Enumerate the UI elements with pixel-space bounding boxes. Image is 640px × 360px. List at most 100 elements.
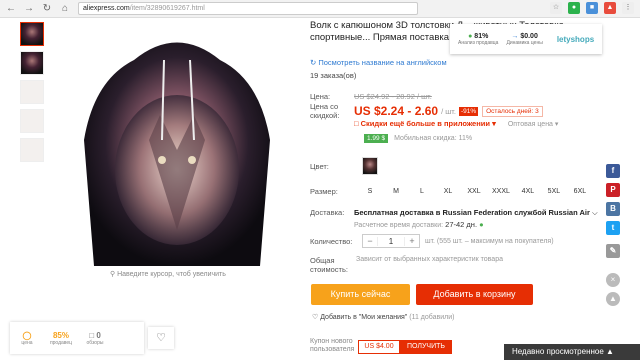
reload-icon[interactable]: ↻ [40, 2, 54, 16]
review-icon: □ [89, 330, 95, 340]
menu-icon[interactable]: ⋮ [622, 2, 634, 14]
size-option-xl[interactable]: XL [440, 188, 456, 195]
seller-mini-widget[interactable]: ◯ цена 85% продавец □ 0 обзоры [10, 322, 144, 354]
thumbnail[interactable] [20, 138, 44, 162]
total-note: Зависит от выбранных характеристик товар… [356, 256, 503, 263]
thumbnail[interactable] [20, 51, 44, 75]
days-left-badge: Осталось дней: 3 [482, 105, 543, 117]
scroll-top-icon[interactable]: ▲ [606, 292, 620, 306]
coupon-value: US $4.00 [358, 340, 400, 354]
size-row: Размер: S M L XL XXL XXXL 4XL 5XL 6XL [310, 187, 598, 196]
size-option-xxxl[interactable]: XXXL [492, 188, 510, 195]
mobile-discount-text: Мобильная скидка: 11% [394, 135, 473, 142]
home-icon[interactable]: ⌂ [58, 2, 72, 16]
url-path: /item/32890619267.html [129, 5, 205, 12]
help-icon[interactable]: ● [479, 220, 484, 229]
product-image[interactable] [54, 20, 300, 266]
price-row: Цена: US $24.92 - 28.92 / шт. [310, 92, 432, 101]
mobile-discount-row: 1.99 $ Мобильная скидка: 11% [364, 134, 472, 143]
url-host: aliexpress.com [83, 5, 130, 12]
reviews-count: □ 0 обзоры [86, 330, 104, 346]
total-label: Общая стоимость: [310, 256, 348, 274]
current-price: US $2.24 - 2.60 [354, 104, 439, 118]
color-swatch[interactable] [362, 157, 378, 175]
chevron-up-icon: ▲ [606, 347, 614, 356]
increment-button[interactable]: + [405, 236, 419, 246]
thumbnail-list [20, 22, 46, 167]
app-discount-row: □ Скидки ещё больше в приложении ▾ Оптов… [354, 119, 558, 128]
vk-icon[interactable]: B [606, 202, 620, 216]
favorite-button[interactable]: ♡ [148, 327, 174, 349]
lightbulb-icon: ◯ [22, 330, 32, 340]
delivery-days: 27-42 дн. [445, 220, 478, 229]
get-coupon-button[interactable]: ПОЛУЧИТЬ [400, 340, 452, 354]
seller-analysis[interactable]: ● 81% Анализ продавца [458, 33, 498, 46]
forward-arrow-icon[interactable]: → [22, 2, 36, 16]
price-unit: / шт. [441, 106, 456, 116]
size-option-xxl[interactable]: XXL [466, 188, 482, 195]
discount-price-label: Цена со скидкой: [310, 102, 340, 120]
quantity-row: Количество: − 1 + шт. (555 шт. – максиму… [310, 234, 554, 248]
star-icon[interactable]: ☆ [550, 2, 562, 14]
extension-icons: ☆ ● ■ ▲ ⋮ [550, 2, 634, 14]
wholesale-link[interactable]: Оптовая цена ▾ [508, 120, 559, 128]
price-dynamics[interactable]: → $0.00 Динамика цены [506, 33, 542, 46]
app-discount-link[interactable]: □ Скидки ещё больше в приложении ▾ [354, 119, 496, 128]
zoom-hint: ⚲ Наведите курсор, чтоб увеличить [110, 271, 226, 278]
delivery-time-label: Расчетное время доставки: [354, 222, 444, 229]
extension-icon[interactable]: ● [568, 2, 580, 14]
thumbnail[interactable] [20, 109, 44, 133]
thumbnail[interactable] [20, 22, 44, 46]
browser-toolbar: ← → ↻ ⌂ aliexpress.com /item/32890619267… [0, 0, 640, 18]
old-price: US $24.92 - 28.92 / шт. [354, 92, 432, 101]
size-option-6xl[interactable]: 6XL [572, 188, 588, 195]
seller-rating: 85% продавец [49, 330, 73, 346]
shipping-row: Доставка: Бесплатная доставка в Russian … [310, 208, 598, 229]
close-icon[interactable]: × [606, 273, 620, 287]
decrement-button[interactable]: − [363, 236, 377, 246]
letyshops-widget[interactable]: ● 81% Анализ продавца → $0.00 Динамика ц… [450, 24, 602, 54]
shipping-method[interactable]: Бесплатная доставка в Russian Federation… [354, 208, 590, 217]
pinterest-icon[interactable]: P [606, 183, 620, 197]
buy-now-button[interactable]: Купить сейчас [311, 284, 410, 305]
phone-icon: □ [354, 119, 361, 128]
price-label: Цена: [310, 92, 331, 101]
extension-icon[interactable]: ■ [586, 2, 598, 14]
chevron-down-icon[interactable]: ⌵ [592, 208, 598, 217]
size-option-l[interactable]: L [414, 188, 430, 195]
hoodie-wolf-image [84, 42, 270, 266]
total-row: Общая стоимость: Зависит от выбранных ха… [310, 256, 503, 274]
size-options: S M L XL XXL XXXL 4XL 5XL 6XL [362, 188, 598, 195]
extension-icon[interactable]: ▲ [604, 2, 616, 14]
heart-icon: ♡ [156, 332, 166, 344]
size-option-s[interactable]: S [362, 188, 378, 195]
color-row: Цвет: [310, 157, 378, 175]
shield-icon: ● [468, 32, 473, 40]
translate-link[interactable]: ↻ Посмотреть название на английском [310, 58, 600, 67]
thumbnail[interactable] [20, 80, 44, 104]
size-option-4xl[interactable]: 4XL [520, 188, 536, 195]
wishlist-link[interactable]: ♡ Добавить в "Мои желания" (11 добавили) [312, 313, 454, 321]
coupon-box: US $4.00 ПОЛУЧИТЬ [358, 340, 452, 354]
discount-badge: -91% [458, 106, 479, 116]
facebook-icon[interactable]: f [606, 164, 620, 178]
letyshops-logo[interactable]: letyshops [557, 35, 594, 44]
color-label: Цвет: [310, 161, 329, 171]
quantity-input[interactable]: 1 [377, 236, 405, 246]
twitter-icon[interactable]: t [606, 221, 620, 235]
mobile-price-badge: 1.99 $ [364, 134, 389, 143]
address-bar[interactable]: aliexpress.com /item/32890619267.html [78, 2, 418, 15]
quantity-note: шт. (555 шт. – максимум на покупателя) [425, 237, 554, 245]
chart-icon: → [511, 32, 519, 40]
recently-viewed-bar[interactable]: Недавно просмотренное ▲ [504, 344, 640, 360]
price-indicator: ◯ цена [21, 330, 33, 346]
heart-icon: ♡ [312, 314, 321, 321]
size-label: Размер: [310, 187, 338, 196]
shipping-label: Доставка: [310, 208, 345, 217]
edit-icon[interactable]: ✎ [606, 244, 620, 258]
size-option-m[interactable]: M [388, 188, 404, 195]
add-to-cart-button[interactable]: Добавить в корзину [416, 284, 533, 305]
size-option-5xl[interactable]: 5XL [546, 188, 562, 195]
back-arrow-icon[interactable]: ← [4, 2, 18, 16]
quantity-label: Количество: [310, 236, 353, 246]
